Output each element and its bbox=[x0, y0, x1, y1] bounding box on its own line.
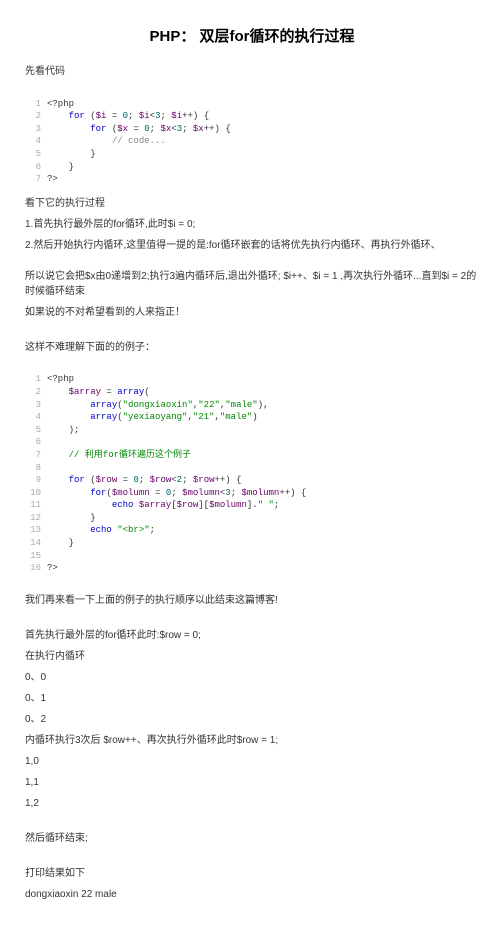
para-3: 2.然后开始执行内循环,这里值得一提的是:for循环嵌套的话将优先执行内循环、再… bbox=[25, 238, 479, 253]
para-14: 1,0 bbox=[25, 754, 479, 769]
para-10: 0、0 bbox=[25, 670, 479, 685]
para-7: 我们再来看一下上面的例子的执行顺序以此结束这篇博客! bbox=[25, 593, 479, 608]
code-block-2: 1<?php 2 $array = array( 3 array("dongxi… bbox=[25, 361, 479, 575]
para-5: 如果说的不对希望看到的人来指正！ bbox=[25, 305, 479, 320]
para-1: 看下它的执行过程 bbox=[25, 196, 479, 211]
para-12: 0、2 bbox=[25, 712, 479, 727]
para-16: 1,2 bbox=[25, 796, 479, 811]
para-11: 0、1 bbox=[25, 691, 479, 706]
para-8: 首先执行最外层的for循环此时:$row = 0; bbox=[25, 628, 479, 643]
para-13: 内循环执行3次后 $row++、再次执行外循环此时$row = 1; bbox=[25, 733, 479, 748]
para-18: 打印结果如下 bbox=[25, 866, 479, 881]
para-9: 在执行内循环 bbox=[25, 649, 479, 664]
para-17: 然后循环结束; bbox=[25, 831, 479, 846]
para-19: dongxiaoxin 22 male bbox=[25, 887, 479, 902]
intro-text: 先看代码 bbox=[25, 64, 479, 79]
para-15: 1,1 bbox=[25, 775, 479, 790]
page-title: PHP： 双层for循环的执行过程 bbox=[25, 25, 479, 46]
para-4: 所以说它会把$x由0递增到2;执行3遍内循环后,退出外循环; $i++、$i =… bbox=[25, 269, 479, 299]
para-6: 这样不难理解下面的的例子： bbox=[25, 340, 479, 355]
para-2: 1.首先执行最外层的for循环,此时$i = 0; bbox=[25, 217, 479, 232]
code-block-1: 1<?php 2 for ($i = 0; $i<3; $i++) { 3 fo… bbox=[25, 85, 479, 186]
